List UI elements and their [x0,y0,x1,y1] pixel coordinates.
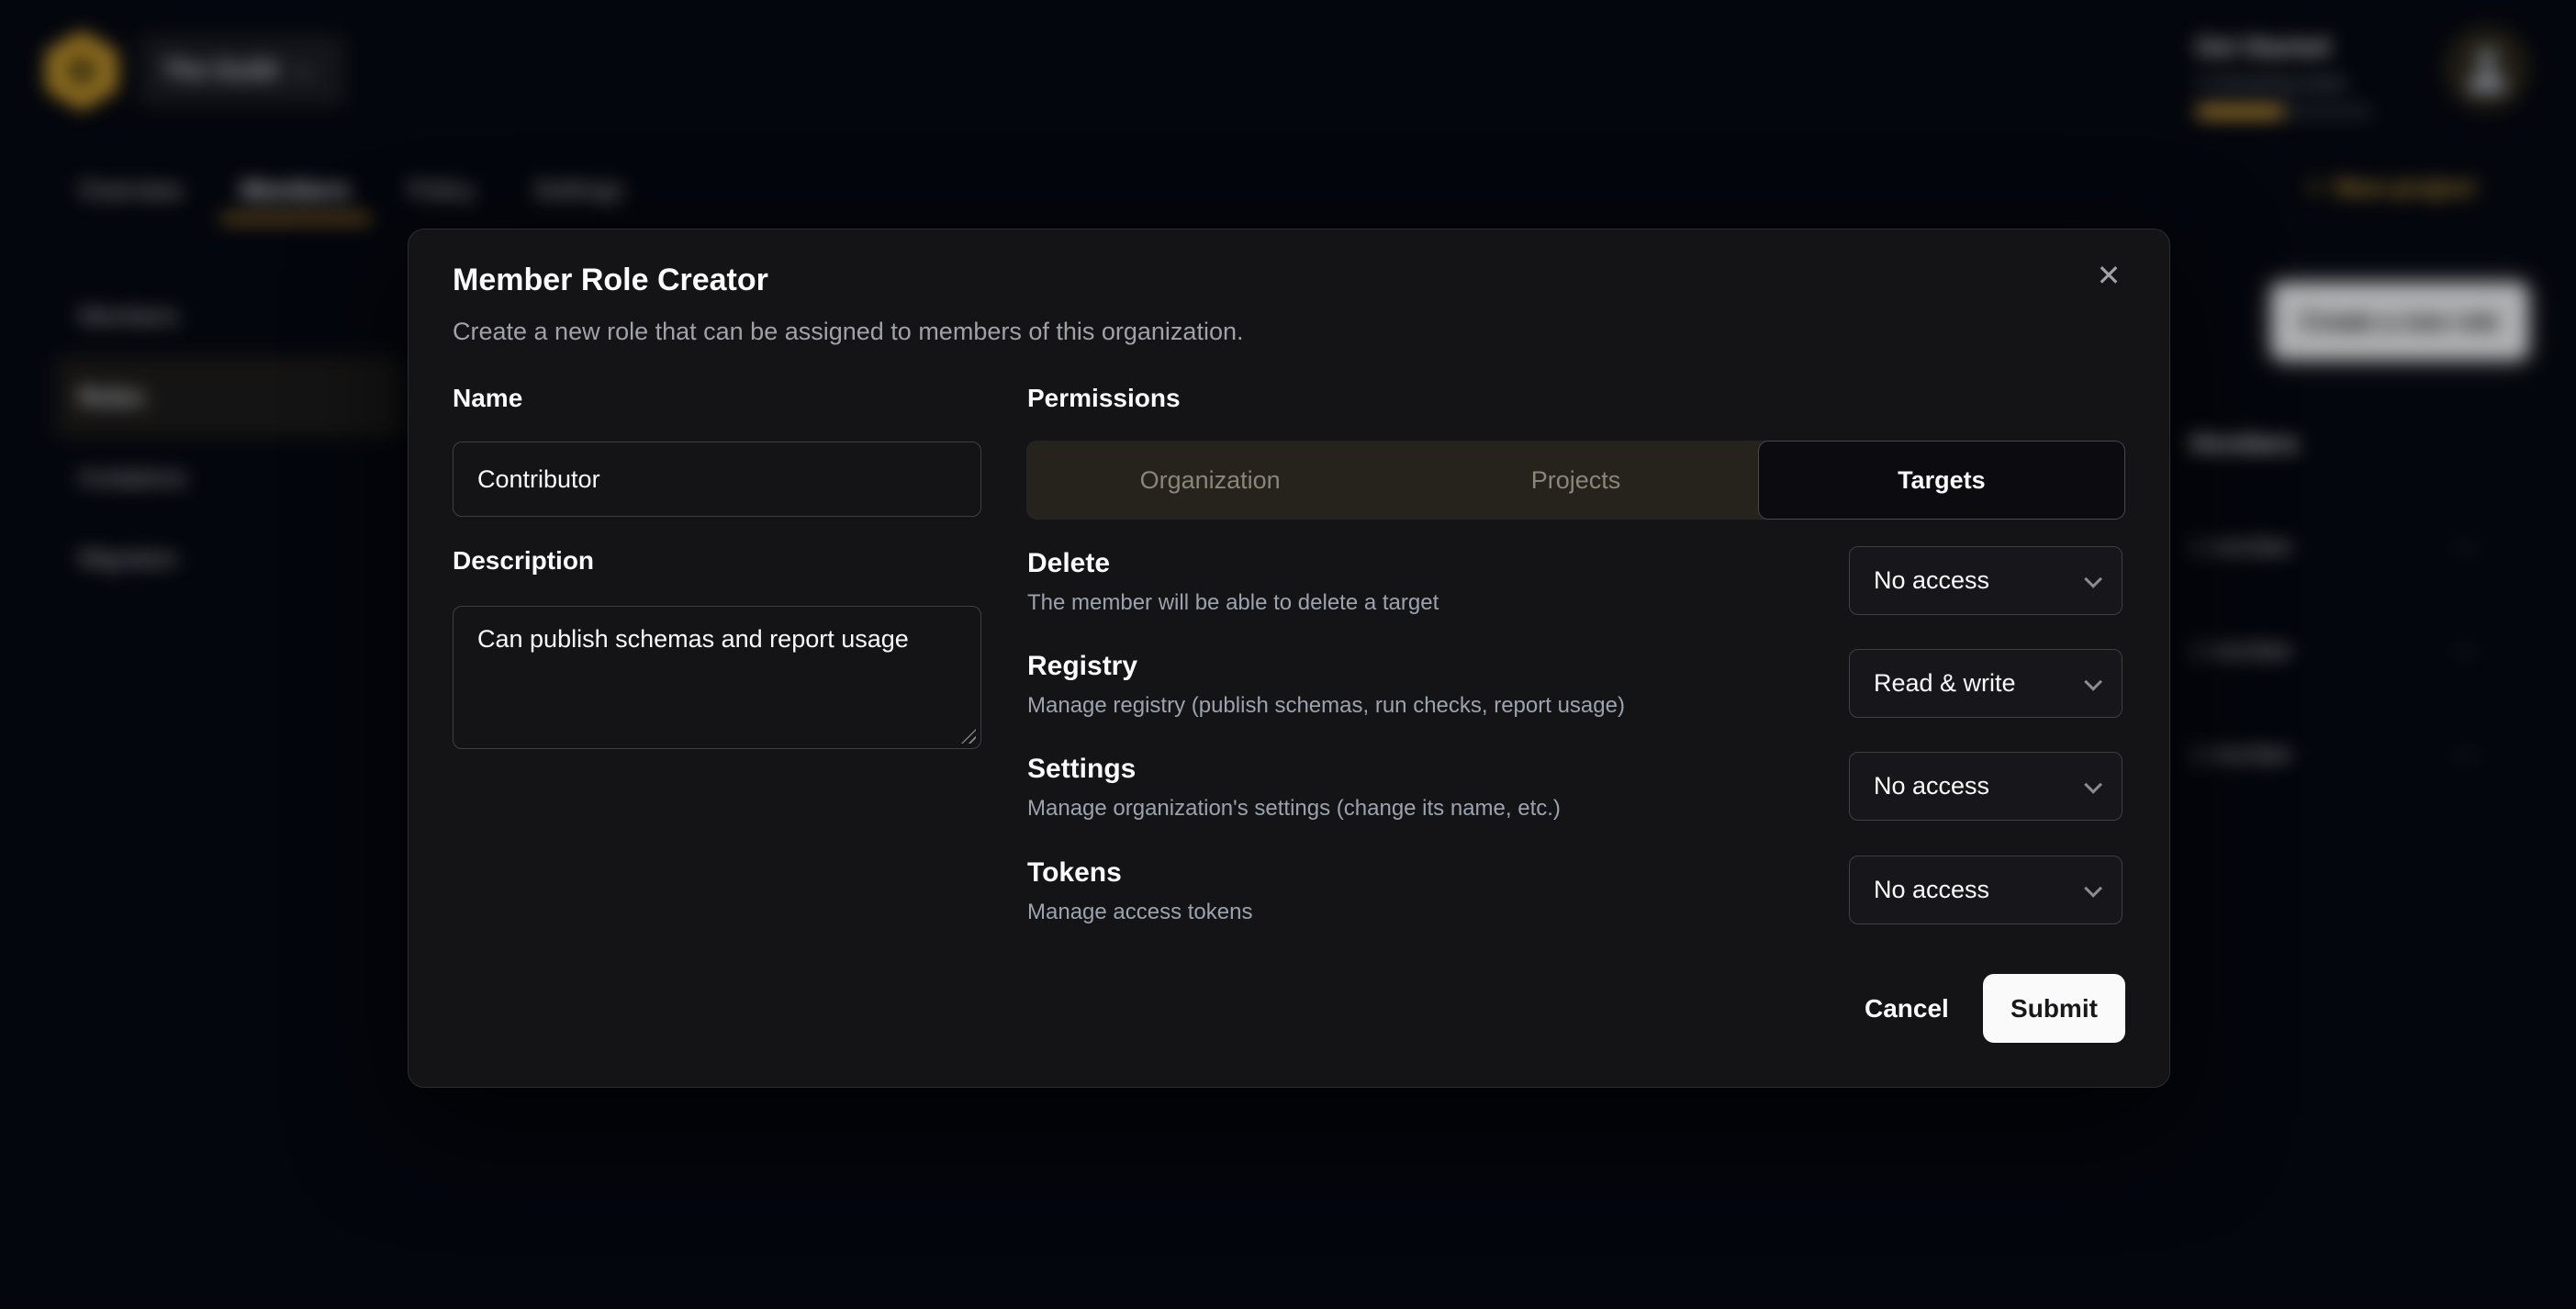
screen: The Guild Get Started 4 remaining tasks … [0,0,2576,1309]
permission-description: Manage registry (publish schemas, run ch… [1027,693,1625,719]
member-role-creator-modal: ✕ Member Role Creator Create a new role … [408,229,2170,1088]
scope-tab-projects[interactable]: Projects [1393,442,1758,519]
permission-row-settings: Settings Manage organization's settings … [1027,752,2124,855]
registry-access-select[interactable]: Read & write [1849,649,2122,718]
description-value: Can publish schemas and report usage [477,625,909,653]
permission-description: Manage access tokens [1027,900,1252,925]
settings-access-select[interactable]: No access [1849,752,2122,821]
chevron-down-icon [2084,672,2102,690]
modal-subtitle: Create a new role that can be assigned t… [453,318,1243,346]
permission-title: Tokens [1027,857,1122,889]
permission-row-tokens: Tokens Manage access tokens No access [1027,856,2124,958]
name-value: Contributor [477,465,600,494]
tokens-access-select[interactable]: No access [1849,856,2122,924]
chevron-down-icon [2084,878,2102,897]
modal-title: Member Role Creator [453,263,768,298]
resize-grip-icon[interactable] [961,729,976,744]
permission-description: The member will be able to delete a targ… [1027,590,1439,616]
name-input[interactable]: Contributor [453,442,981,517]
selected-value: No access [1874,876,1989,904]
scope-tab-organization[interactable]: Organization [1027,442,1393,519]
description-textarea[interactable]: Can publish schemas and report usage [453,606,981,749]
permission-row-delete: Delete The member will be able to delete… [1027,546,2124,649]
description-label: Description [453,546,594,576]
chevron-down-icon [2084,775,2102,793]
selected-value: No access [1874,772,1989,800]
close-icon[interactable]: ✕ [2087,253,2131,297]
permission-title: Registry [1027,651,1137,682]
scope-tab-targets[interactable]: Targets [1759,442,2124,519]
permissions-scope-tabs: Organization Projects Targets [1027,442,2124,519]
selected-value: Read & write [1874,669,2016,698]
cancel-button[interactable]: Cancel [1837,974,1977,1043]
permission-title: Delete [1027,548,1110,579]
selected-value: No access [1874,566,1989,595]
chevron-down-icon [2084,569,2102,587]
permission-row-registry: Registry Manage registry (publish schema… [1027,649,2124,752]
permission-title: Settings [1027,754,1136,785]
permissions-label: Permissions [1027,384,1181,413]
name-label: Name [453,384,522,413]
permission-description: Manage organization's settings (change i… [1027,796,1561,822]
delete-access-select[interactable]: No access [1849,546,2122,615]
submit-button[interactable]: Submit [1983,974,2125,1043]
